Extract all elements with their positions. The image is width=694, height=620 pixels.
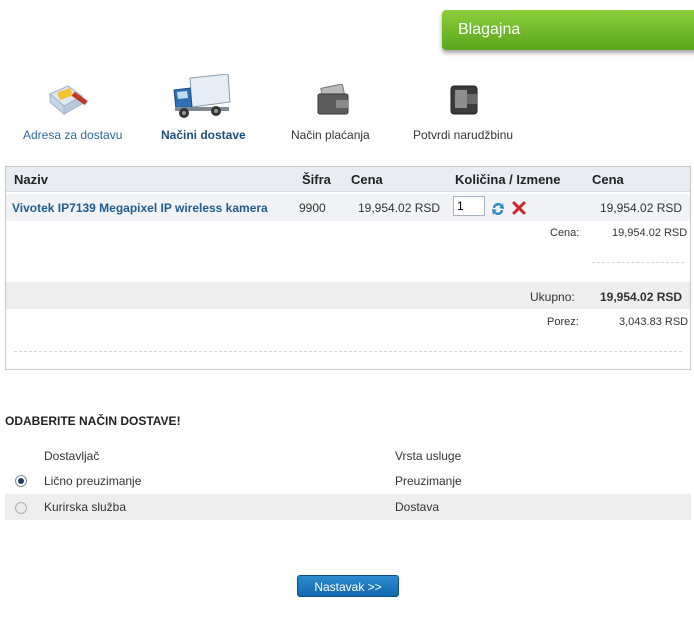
- column-header: Cena: [592, 172, 624, 187]
- column-header: Cena: [351, 172, 383, 187]
- divider: [592, 262, 684, 263]
- tax-label: Porez:: [547, 316, 579, 328]
- delivery-header: Dostavljač Vrsta usluge: [5, 446, 691, 468]
- total-value: 19,954.02 RSD: [600, 290, 683, 304]
- line-total: 19,954.02 RSD: [600, 201, 683, 215]
- cart-table: Naziv Šifra Cena Količina / Izmene Cena …: [5, 166, 691, 370]
- product-link[interactable]: Vivotek IP7139 Megapixel IP wireless kam…: [12, 201, 268, 215]
- quantity-input[interactable]: [453, 196, 485, 216]
- radio-pickup[interactable]: [15, 475, 27, 487]
- checkout-steps: Adresa za dostavu Načini dostave Način p…: [0, 68, 694, 148]
- total-label: Ukupno:: [530, 290, 575, 304]
- envelope-pencil-icon: [48, 84, 90, 119]
- step-label: Načini dostave: [161, 128, 246, 142]
- radio-courier[interactable]: [15, 502, 27, 514]
- refresh-icon[interactable]: [491, 201, 505, 220]
- column-header: Količina / Izmene: [455, 172, 561, 187]
- carrier-header: Dostavljač: [44, 449, 100, 463]
- cart-header: Naziv Šifra Cena Količina / Izmene Cena: [6, 167, 690, 192]
- step-label: Potvrdi narudžbinu: [413, 128, 514, 142]
- delivery-truck-icon: [172, 73, 232, 123]
- column-header: Naziv: [14, 172, 48, 187]
- delivery-option-pickup[interactable]: Lično preuzimanje Preuzimanje: [5, 468, 691, 494]
- delete-icon[interactable]: [512, 201, 526, 218]
- continue-button[interactable]: Nastavak >>: [297, 575, 399, 597]
- service-name: Preuzimanje: [395, 474, 462, 488]
- service-header: Vrsta usluge: [395, 449, 462, 463]
- subtotal-value: 19,954.02 RSD: [612, 227, 688, 239]
- product-price: 19,954.02 RSD: [358, 201, 441, 215]
- checkout-header-tab: Blagajna: [442, 10, 694, 50]
- divider: [14, 351, 682, 352]
- subtotal-label: Cena:: [550, 227, 580, 239]
- step-label: Adresa za dostavu: [23, 128, 123, 142]
- service-name: Dostava: [395, 500, 440, 514]
- delivery-title: ODABERITE NAČIN DOSTAVE!: [5, 414, 181, 428]
- step-label: Način plaćanja: [291, 128, 370, 142]
- product-code: 9900: [299, 201, 326, 215]
- cart-item-row: Vivotek IP7139 Megapixel IP wireless kam…: [6, 194, 690, 221]
- carrier-name: Lično preuzimanje: [44, 474, 142, 488]
- column-header: Šifra: [302, 172, 331, 187]
- wallet-confirm-icon: [447, 84, 481, 119]
- total-row: Ukupno: 19,954.02 RSD: [6, 282, 690, 309]
- carrier-name: Kurirska služba: [44, 500, 127, 514]
- checkout-title: Blagajna: [458, 21, 521, 38]
- tax-value: 3,043.83 RSD: [619, 316, 689, 328]
- delivery-option-courier[interactable]: Kurirska služba Dostava: [5, 494, 691, 520]
- wallet-cards-icon: [316, 83, 350, 119]
